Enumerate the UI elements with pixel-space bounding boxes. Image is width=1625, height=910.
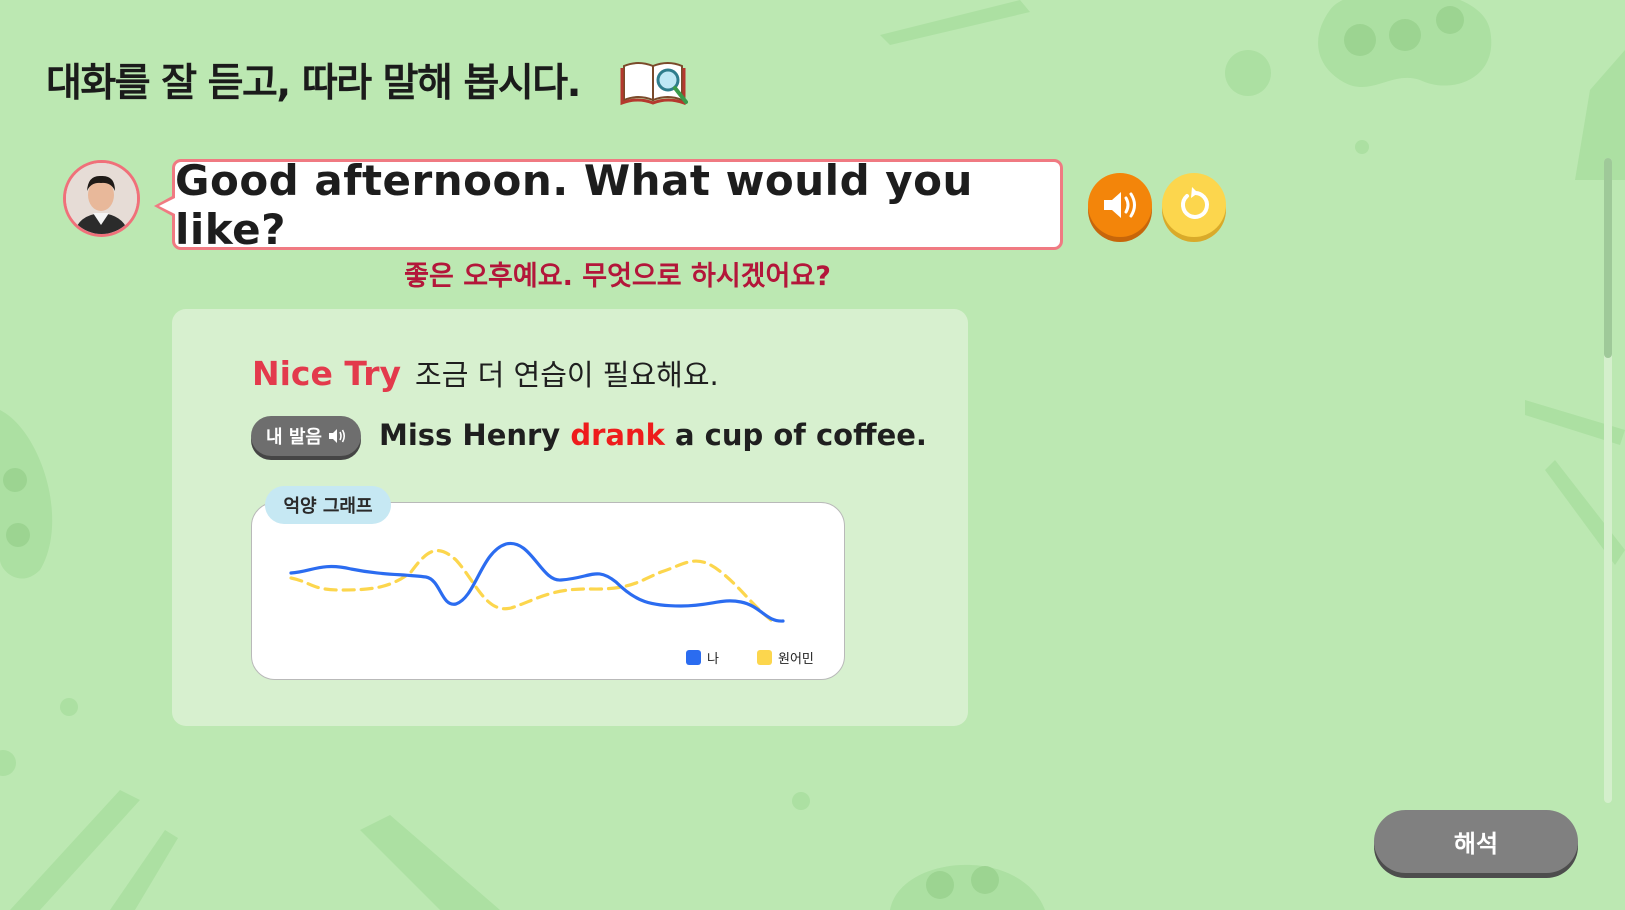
dialogue-bubble: Good afternoon. What would you like? [172,156,1063,254]
my-pronunciation-button[interactable]: 내 발음 [251,416,361,456]
scrollbar-thumb[interactable] [1604,158,1612,358]
native-intonation-line [289,549,773,622]
feedback-row: Nice Try 조금 더 연습이 필요해요. [252,352,719,394]
bg-tube [360,815,500,910]
bg-crayon [1545,460,1625,565]
lesson-screen: 대화를 잘 듣고, 따라 말해 봅시다. Good afternoon. Wha… [0,0,1625,910]
bg-dot [1355,140,1369,154]
speaker-icon [328,429,346,443]
interpret-button[interactable]: 해석 [1374,810,1578,873]
sentence-part: Miss Henry [379,418,571,452]
dialogue-english: Good afternoon. What would you like? [175,155,973,254]
error-word: drank [570,418,665,452]
bg-tube [1575,50,1625,180]
speaker-avatar [63,160,140,237]
legend-item-me: 나 [686,648,719,667]
bg-crayon [880,0,1030,45]
sentence-part: a cup of coffee. [664,418,927,452]
my-pronunciation-label: 내 발음 [266,427,322,448]
legend-label: 나 [707,652,719,667]
page-title: 대화를 잘 듣고, 따라 말해 봅시다. [46,61,581,106]
replay-button[interactable] [1162,173,1226,237]
play-sound-button[interactable] [1088,173,1152,237]
legend-swatch [686,650,701,665]
intonation-graph-plot [289,542,785,623]
recognized-sentence: Miss Henry drank a cup of coffee. [379,418,927,452]
bg-palette [0,410,53,579]
speaker-icon [1104,192,1136,218]
feedback-message: 조금 더 연습이 필요해요. [415,358,719,392]
bg-dot [0,750,16,776]
graph-tag: 억양 그래프 [265,486,391,524]
my-intonation-line [289,542,785,623]
legend-label: 원어민 [778,652,814,667]
legend-swatch [757,650,772,665]
bg-palette [890,864,1045,910]
book-magnifier-icon [620,56,688,110]
bg-dot [792,792,810,810]
grade-label: Nice Try [252,354,402,393]
bg-palette [1318,0,1492,88]
bubble-tail-fill [159,198,175,214]
bg-dot [1225,50,1271,96]
dialogue-translation: 좋은 오후예요. 무엇으로 하시겠어요? [404,261,831,292]
bg-dot [60,698,78,716]
replay-icon [1181,187,1209,219]
bg-crayons [10,790,178,910]
legend-item-native: 원어민 [757,648,814,667]
